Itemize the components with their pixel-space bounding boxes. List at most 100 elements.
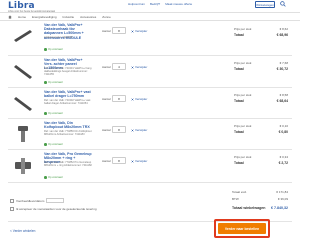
top-links: Hulpcentrum Bedrijf? Maak nieuwe offerte xyxy=(128,2,192,6)
row-total-label: Totaal xyxy=(234,33,244,37)
price-label: Prijs per stuk xyxy=(234,27,252,31)
vat-label: BTW xyxy=(232,197,239,201)
price-value: € 8,62 xyxy=(279,27,288,31)
remove-label: Verwijder xyxy=(135,65,148,69)
remove-button[interactable]: Verwijder xyxy=(131,159,147,163)
row-total-label: Totaal xyxy=(234,99,244,103)
close-icon xyxy=(131,159,134,163)
top-link-help[interactable]: Hulpcentrum xyxy=(128,2,145,6)
cart-row: Van der Valk, ValkPro+ Daksteunhaak tbv … xyxy=(8,22,292,56)
product-meta: Ref. van der Valk: 774856 Din Kolfopbout… xyxy=(44,130,92,137)
quantity-label: Aantal xyxy=(102,29,111,33)
terms-option: Ik accepteer de voorwaarden voor de gese… xyxy=(10,207,97,211)
row-total-value: € 2,72 xyxy=(278,161,288,165)
quantity-label: Aantal xyxy=(102,159,111,163)
cart-row: Van der Valk, ValkPro+ Vers. achter pane… xyxy=(8,56,292,88)
row-total-label: Totaal xyxy=(234,130,244,134)
terms-label: Ik accepteer de voorwaarden voor de gese… xyxy=(16,207,97,211)
price-label: Prijs per stuk xyxy=(234,155,252,159)
vat-value: € 36,09 xyxy=(277,197,288,201)
stock-status: Op voorraad xyxy=(44,143,62,146)
cart-row: Van der Valk, Din Kolfopbout M8x20mm TRX… xyxy=(8,119,292,150)
row-total-label: Totaal xyxy=(234,161,244,165)
remove-label: Verwijder xyxy=(135,128,148,132)
product-meta: Ref. van der Valk: 774852 Pro Gemeleup M… xyxy=(44,161,92,168)
nav-item-home[interactable]: Home xyxy=(18,15,26,19)
rail-product-image xyxy=(14,97,32,111)
close-icon xyxy=(131,128,134,132)
remove-button[interactable]: Verwijder xyxy=(131,65,147,69)
price-label: Prijs per stuk xyxy=(234,61,252,65)
main-nav: Home Energiebeveiliging Industrie Access… xyxy=(0,12,300,21)
remove-button[interactable]: Verwijder xyxy=(131,29,147,33)
grand-total-label: Totaal winkelwagen xyxy=(232,206,266,210)
cart-row: Van der Valk, Pro Gemeleup M8x20mm + rin… xyxy=(8,150,292,183)
stock-label: Op voorraad xyxy=(48,112,63,115)
cart-button[interactable]: Winkelwagen xyxy=(255,1,275,8)
home-icon[interactable] xyxy=(8,14,12,19)
clamp-product-image xyxy=(15,158,31,174)
top-link-quote[interactable]: Maak nieuwe offerte xyxy=(165,2,192,6)
grand-total-value: € 7.840,32 xyxy=(271,206,288,210)
close-icon xyxy=(131,29,134,33)
row-total-value: € 0,80 xyxy=(278,130,288,134)
quantity-label: Aantal xyxy=(102,65,111,69)
close-icon xyxy=(131,97,134,101)
stock-dot-icon xyxy=(44,176,47,179)
site-header: Libra Libra voor het beste bevestigingsm… xyxy=(0,0,300,13)
stock-label: Op voorraad xyxy=(48,143,63,146)
price-value: € 7,68 xyxy=(279,61,288,65)
nav-item-solar[interactable]: Zonne xyxy=(102,15,111,19)
quantity-label: Aantal xyxy=(102,128,111,132)
quantity-input[interactable]: 8 xyxy=(112,95,126,102)
product-title[interactable]: Van der Valk, ValkPro+ vast balkel drage… xyxy=(44,90,92,98)
search-icon[interactable] xyxy=(280,1,286,7)
site-logo[interactable]: Libra xyxy=(8,2,35,11)
top-link-company[interactable]: Bedrijf? xyxy=(150,2,160,6)
stock-dot-icon xyxy=(44,48,47,51)
nav-item-accessories[interactable]: Accessoires xyxy=(80,15,96,19)
stock-label: Op voorraad xyxy=(48,48,63,51)
cart-row: Van der Valk, ValkPro+ vast balkel drage… xyxy=(8,88,292,119)
row-total-label: Totaal xyxy=(234,67,244,71)
terms-checkbox[interactable] xyxy=(10,207,14,211)
row-total-value: € 68,96 xyxy=(276,33,288,37)
row-total-value: € 30,72 xyxy=(276,67,288,71)
price-value: € 0,10 xyxy=(279,124,288,128)
delivery-date-checkbox[interactable] xyxy=(10,198,14,203)
stock-status: Op voorraad xyxy=(44,48,62,51)
remove-button[interactable]: Verwijder xyxy=(131,97,147,101)
rail-product-image xyxy=(14,30,32,42)
subtotal-value: € 171,84 xyxy=(276,190,288,194)
subtotal-label: Totaal excl. xyxy=(232,190,248,194)
checkout-button[interactable]: Verder naar bestellen xyxy=(218,223,266,234)
remove-label: Verwijder xyxy=(135,97,148,101)
row-total-value: € 68,64 xyxy=(276,99,288,103)
stock-status: Op voorraad xyxy=(44,112,62,115)
delivery-date-label: Voorbeeldleverdatum xyxy=(16,198,45,203)
nav-item-industry[interactable]: Industrie xyxy=(63,15,75,19)
quantity-input[interactable]: 8 xyxy=(112,157,126,164)
quantity-input[interactable]: 8 xyxy=(112,27,126,34)
quantity-input[interactable]: 8 xyxy=(112,126,126,133)
product-meta: Ref. van der Valk: 743401 ValkPro+ hang … xyxy=(44,67,92,77)
remove-button[interactable]: Verwijder xyxy=(131,128,147,132)
remove-label: Verwijder xyxy=(135,159,148,163)
rail-product-image xyxy=(14,65,32,79)
nav-item-energy[interactable]: Energiebeveiliging xyxy=(32,15,57,19)
stock-dot-icon xyxy=(44,112,47,115)
product-meta: Artikelnummer: 7421245 xyxy=(44,36,73,39)
price-value: € 0,34 xyxy=(279,155,288,159)
continue-shopping-link[interactable]: < Verder winkelen xyxy=(10,229,35,233)
price-label: Prijs per stuk xyxy=(234,124,252,128)
remove-label: Verwijder xyxy=(135,29,148,33)
stock-label: Op voorraad xyxy=(48,176,63,179)
stock-dot-icon xyxy=(44,143,47,146)
quantity-input[interactable]: 4 xyxy=(112,63,126,70)
product-title[interactable]: Van der Valk, Din Kolfopbout M8x20mm TRX xyxy=(44,121,92,129)
delivery-date-input[interactable] xyxy=(46,198,65,203)
price-value: € 8,58 xyxy=(279,93,288,97)
delivery-date-option: Voorbeeldleverdatum xyxy=(10,198,65,203)
stock-status: Op voorraad xyxy=(44,81,62,84)
stock-status: Op voorraad xyxy=(44,176,62,179)
